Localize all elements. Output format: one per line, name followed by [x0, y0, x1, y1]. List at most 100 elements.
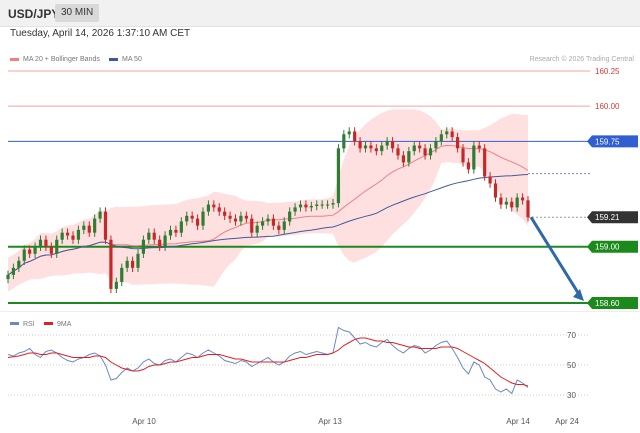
- candle-body: [136, 253, 140, 268]
- ma20-swatch-icon: [10, 57, 19, 61]
- candle-body: [260, 221, 265, 226]
- candle-body: [44, 239, 48, 247]
- bollinger-band: [8, 109, 528, 292]
- candle-body: [336, 148, 341, 204]
- candle-body: [450, 131, 454, 138]
- candle-body: [515, 197, 519, 208]
- candle-body: [17, 260, 21, 268]
- candle-body: [206, 204, 211, 212]
- symbol-label: USD/JPY: [8, 7, 60, 21]
- candle-body: [488, 176, 492, 184]
- rsi-legend-swatch-icon: [10, 322, 19, 325]
- candle-body: [304, 204, 308, 208]
- candle-body: [55, 239, 59, 254]
- candle-body: [320, 204, 324, 206]
- candle-body: [342, 134, 346, 149]
- level-label-160-25: 160.25: [595, 67, 620, 76]
- candle-body: [401, 155, 406, 163]
- candle-body: [233, 218, 238, 222]
- candle-body: [120, 267, 124, 282]
- x-label-apr24: Apr 24: [555, 417, 579, 426]
- candle-body: [223, 211, 227, 216]
- candle-body: [217, 207, 221, 212]
- candle-body: [520, 197, 525, 201]
- candle-body: [271, 218, 276, 226]
- candle-body: [185, 215, 189, 222]
- title-bar: USD/JPY 30 MIN: [0, 0, 640, 27]
- candle-body: [141, 239, 146, 254]
- candle-body: [277, 225, 281, 230]
- candle-body: [87, 225, 91, 233]
- candle-body: [147, 232, 151, 240]
- candle-body: [114, 281, 118, 289]
- candle-body: [179, 221, 183, 233]
- candle-body: [499, 197, 503, 205]
- rsi-legend-label: RSI: [23, 321, 35, 328]
- time-axis: Apr 10 Apr 13 Apr 14 Apr 24: [0, 410, 640, 433]
- candle-body: [369, 145, 373, 149]
- candle-body: [412, 145, 416, 152]
- chart-datetime: Tuesday, April 14, 2026 1:37:10 AM CET: [10, 28, 191, 39]
- rsi-chart[interactable]: 70 50 30 RSI 9MA: [0, 312, 640, 410]
- candle-body: [76, 229, 81, 240]
- research-source: Research © 2026 Trading Central: [529, 56, 634, 63]
- rsi-level-label-50: 50: [567, 361, 576, 370]
- rsi-line: [7, 326, 529, 395]
- legend-ma50: MA 50: [109, 56, 142, 63]
- projection-arrow-head-icon: [573, 288, 584, 301]
- timeframe-button[interactable]: 30 MIN: [55, 4, 100, 22]
- candle-body: [71, 235, 75, 240]
- candle-body: [385, 141, 389, 146]
- candle-body: [293, 207, 297, 212]
- candle-body: [98, 211, 102, 219]
- candle-body: [445, 131, 449, 135]
- x-label-apr10: Apr 10: [132, 417, 156, 426]
- candle-body: [103, 211, 108, 240]
- candle-body: [288, 211, 292, 222]
- x-label-apr13: Apr 13: [318, 417, 342, 426]
- candle-body: [244, 215, 248, 219]
- candle-body: [396, 148, 400, 156]
- rsi-legend-swatch-icon: [44, 322, 53, 325]
- candle-body: [6, 274, 10, 280]
- candle-body: [82, 225, 86, 230]
- x-label-apr14: Apr 14: [506, 417, 530, 426]
- candle-body: [407, 151, 411, 163]
- candle-body: [331, 203, 335, 205]
- candle-body: [190, 215, 194, 219]
- candle-body: [93, 218, 97, 233]
- price-tag-label-159-00: 159.00: [595, 243, 620, 252]
- candle-body: [152, 232, 156, 240]
- candle-body: [315, 204, 319, 206]
- candle-body: [22, 249, 26, 261]
- candle-body: [347, 131, 351, 135]
- candle-body: [363, 145, 368, 149]
- candle-body: [526, 200, 530, 218]
- candle-body: [504, 201, 508, 205]
- candle-body: [282, 221, 286, 230]
- candle-body: [201, 211, 205, 226]
- candle-body: [309, 205, 313, 208]
- candle-body: [60, 232, 64, 240]
- candle-body: [255, 225, 259, 233]
- legend-ma50-label: MA 50: [122, 56, 142, 63]
- candle-body: [130, 260, 135, 268]
- candle-body: [250, 218, 254, 233]
- candle-body: [212, 204, 216, 208]
- candle-body: [266, 218, 270, 222]
- candle-body: [423, 148, 427, 156]
- candle-body: [239, 215, 243, 222]
- candle-body: [455, 137, 460, 149]
- candle-body: [428, 148, 433, 156]
- candle-body: [228, 215, 232, 219]
- price-chart[interactable]: 160.25 160.00 159.75 159.21 159.00 158.60: [0, 64, 640, 310]
- rsi-level-label-70: 70: [567, 331, 576, 340]
- candle-body: [510, 201, 514, 208]
- candle-body: [358, 141, 362, 149]
- candle-body: [374, 148, 378, 152]
- candle-body: [11, 267, 16, 275]
- rsi-legend-label: 9MA: [57, 321, 72, 328]
- candle-body: [325, 204, 330, 206]
- candle-body: [65, 232, 70, 236]
- candle-body: [353, 131, 357, 142]
